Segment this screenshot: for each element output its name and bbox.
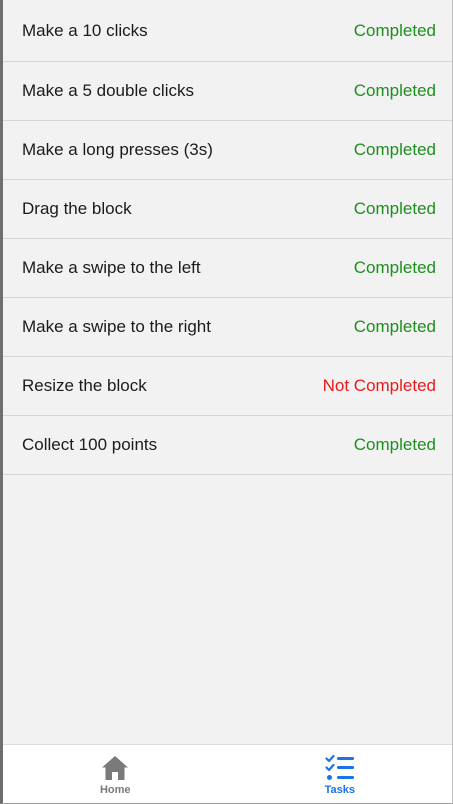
task-row[interactable]: Drag the block Completed: [3, 180, 452, 239]
task-label: Make a 5 double clicks: [22, 81, 194, 100]
task-status: Completed: [353, 435, 436, 454]
task-list: Make a 10 clicks Completed Make a 5 doub…: [3, 0, 452, 745]
task-row[interactable]: Make a swipe to the left Completed: [3, 239, 452, 298]
task-label: Make a 10 clicks: [22, 20, 148, 40]
task-row[interactable]: Make a long presses (3s) Completed: [3, 121, 452, 180]
app-window: Make a 10 clicks Completed Make a 5 doub…: [0, 0, 453, 804]
task-row[interactable]: Resize the block Not Completed: [3, 357, 452, 416]
task-label: Make a swipe to the right: [22, 317, 211, 336]
tab-tasks-label: Tasks: [324, 784, 355, 796]
tab-home[interactable]: Home: [3, 745, 228, 803]
task-label: Make a swipe to the left: [22, 258, 201, 277]
home-icon: [102, 756, 129, 780]
task-status: Completed: [353, 81, 436, 100]
tab-tasks[interactable]: Tasks: [228, 745, 453, 803]
task-status: Completed: [353, 317, 436, 336]
task-label: Drag the block: [22, 199, 132, 218]
task-row[interactable]: Make a swipe to the right Completed: [3, 298, 452, 357]
task-row[interactable]: Make a 10 clicks Completed: [3, 0, 452, 62]
task-row[interactable]: Make a 5 double clicks Completed: [3, 62, 452, 121]
task-status: Completed: [353, 140, 436, 159]
task-status: Not Completed: [322, 376, 436, 395]
task-status: Completed: [353, 258, 436, 277]
task-row[interactable]: Collect 100 points Completed: [3, 416, 452, 475]
task-status: Completed: [353, 20, 436, 40]
checklist-icon: [325, 754, 354, 780]
task-status: Completed: [353, 199, 436, 218]
task-label: Resize the block: [22, 376, 147, 395]
tab-home-label: Home: [99, 784, 131, 796]
bottom-tab-bar: Home Tasks: [3, 744, 452, 803]
task-label: Make a long presses (3s): [22, 140, 213, 159]
task-label: Collect 100 points: [22, 435, 158, 454]
